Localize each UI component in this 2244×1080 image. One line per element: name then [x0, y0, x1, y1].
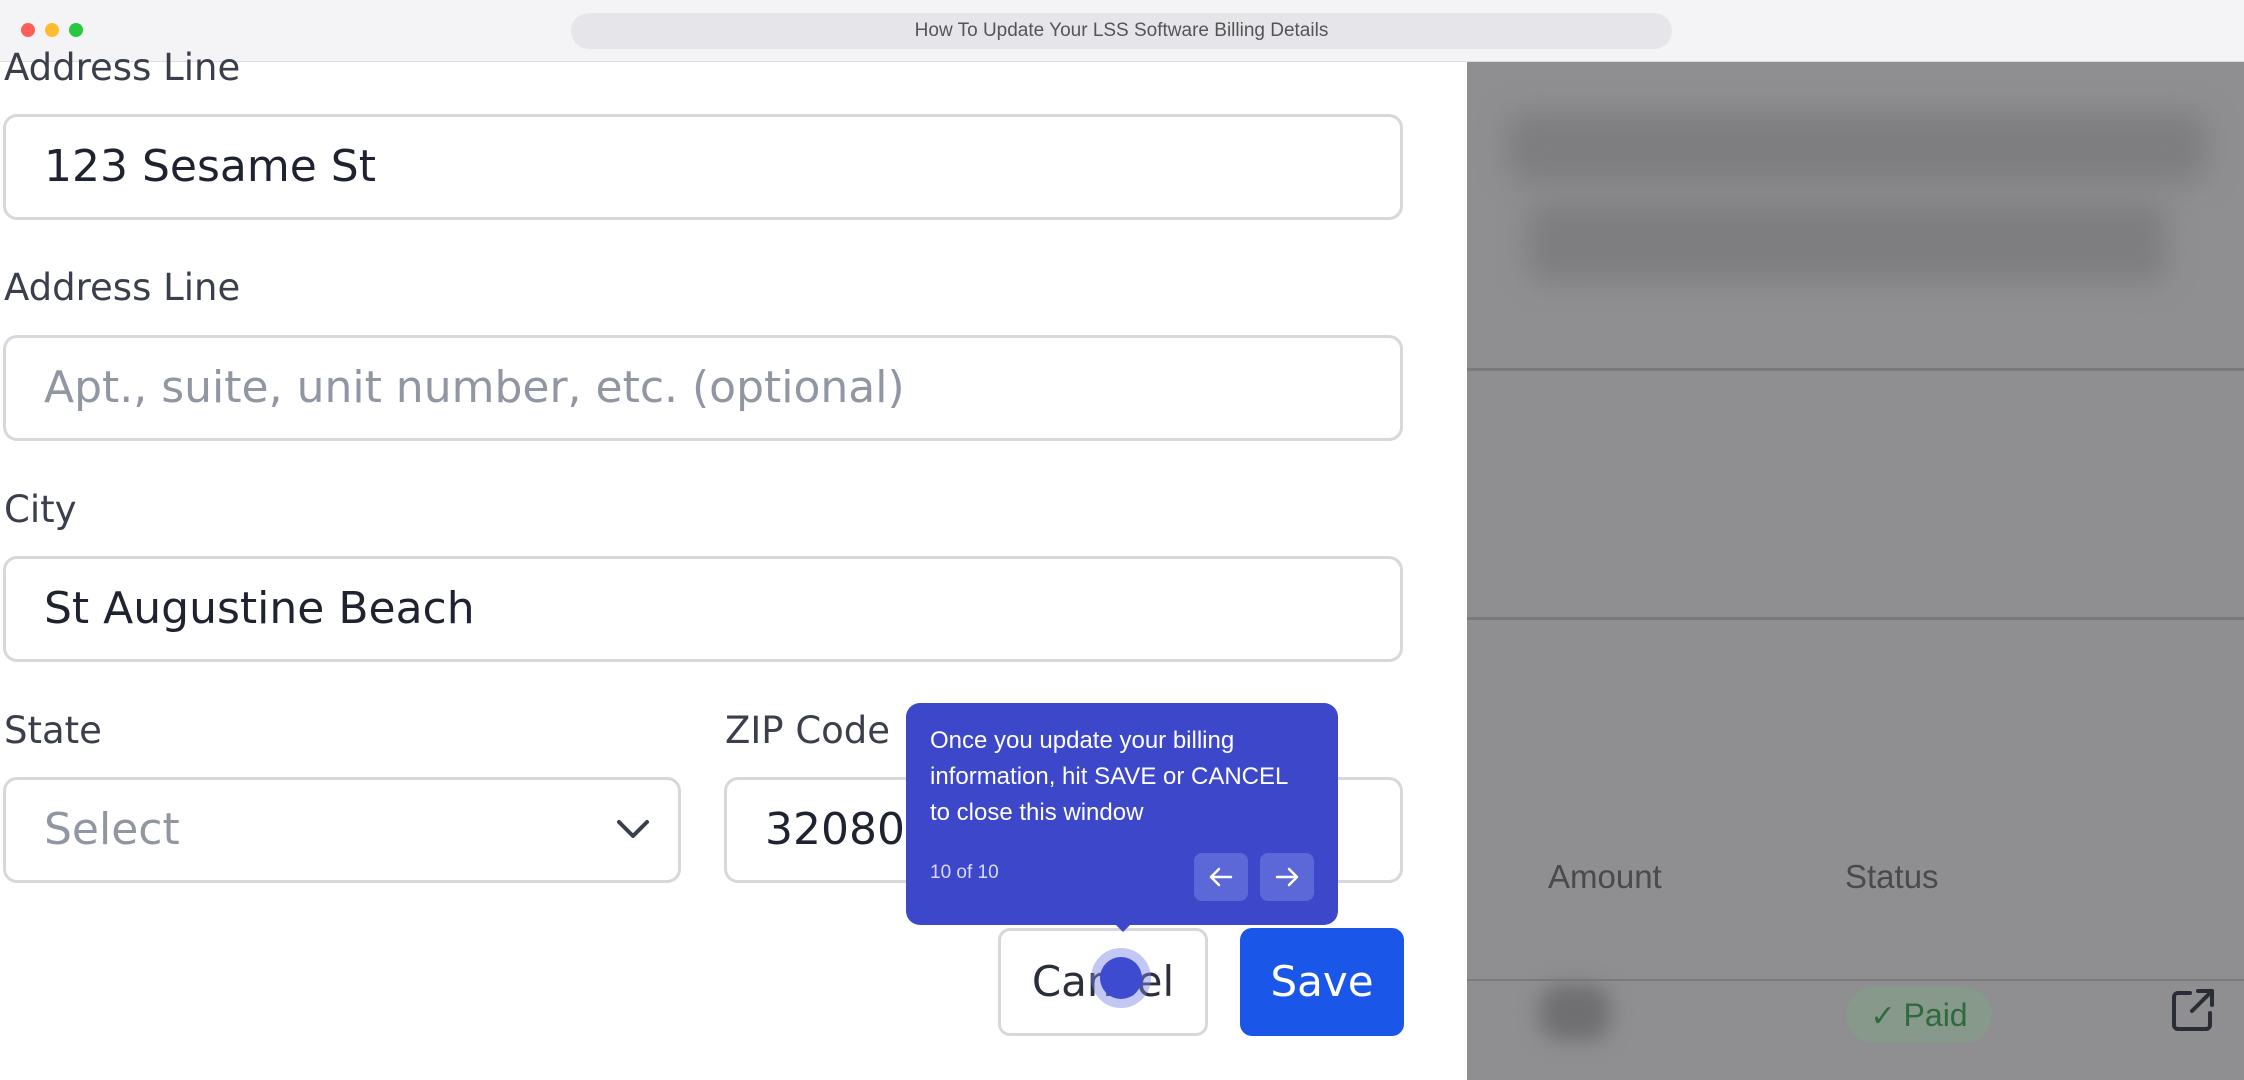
tooltip-step-counter: 10 of 10: [930, 862, 999, 883]
guide-tooltip: Once you update your billing information…: [906, 703, 1338, 925]
address-line-2-field[interactable]: Apt., suite, unit number, etc. (optional…: [3, 335, 1403, 441]
tooltip-text: Once you update your billing information…: [930, 727, 1288, 826]
click-indicator: [1100, 957, 1142, 999]
table-row-divider: [1467, 979, 2244, 981]
window-titlebar: How To Update Your LSS Software Billing …: [0, 0, 2244, 62]
blurred-amount: [1540, 985, 1610, 1040]
table-header-amount: Amount: [1548, 858, 1662, 895]
save-button[interactable]: Save: [1240, 928, 1404, 1036]
maximize-window-button[interactable]: [69, 23, 83, 37]
check-icon: ✓: [1870, 1000, 1896, 1033]
divider: [1467, 368, 2244, 371]
external-link-icon[interactable]: [2168, 985, 2218, 1035]
zip-code-label: ZIP Code: [725, 709, 891, 752]
minimize-window-button[interactable]: [45, 23, 59, 37]
address-bar[interactable]: How To Update Your LSS Software Billing …: [571, 13, 1672, 49]
blurred-content: [1507, 112, 2207, 182]
close-window-button[interactable]: [21, 23, 35, 37]
state-select-value: Select: [44, 804, 180, 855]
chevron-down-icon: [617, 820, 649, 838]
arrow-right-icon: [1275, 867, 1299, 887]
next-step-button[interactable]: [1260, 853, 1314, 901]
background-overlay: [1467, 62, 2244, 1080]
city-label: City: [4, 488, 77, 531]
state-label: State: [4, 709, 102, 752]
previous-step-button[interactable]: [1194, 853, 1248, 901]
status-badge-label: Paid: [1903, 997, 1968, 1033]
table-header-status: Status: [1845, 858, 1939, 895]
tooltip-pointer: [1113, 922, 1133, 932]
status-badge: ✓ Paid: [1846, 987, 1992, 1043]
city-field[interactable]: St Augustine Beach: [3, 556, 1403, 662]
address-line-1-label: Address Line: [4, 46, 241, 89]
divider: [1467, 617, 2244, 620]
arrow-left-icon: [1209, 867, 1233, 887]
address-line-1-field[interactable]: 123 Sesame St: [3, 114, 1403, 220]
state-select[interactable]: Select: [3, 777, 681, 883]
blurred-content: [1527, 202, 2167, 282]
address-line-2-label: Address Line: [4, 266, 241, 309]
